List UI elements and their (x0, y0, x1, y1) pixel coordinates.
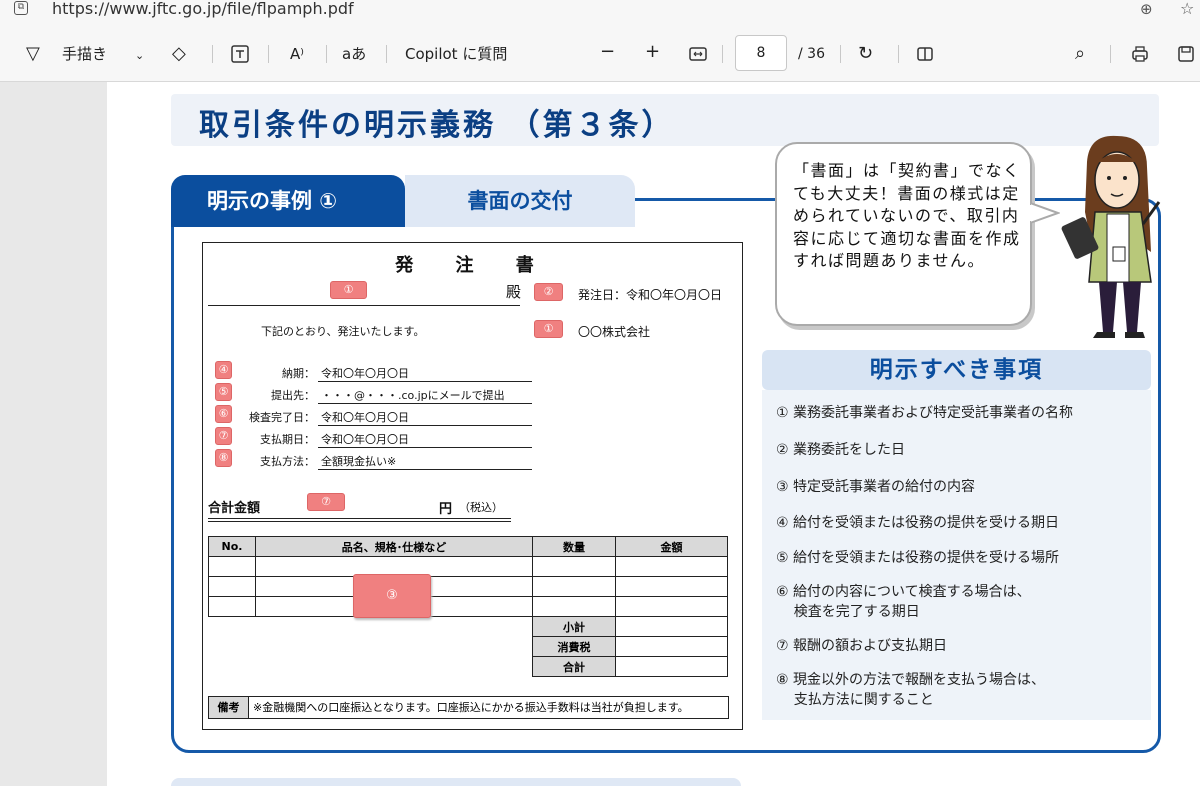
order-items-table: No. 品名、規格･仕様など 数量 金額 小計 消費税 合計 (208, 536, 728, 677)
eraser-icon[interactable]: ◇ (172, 44, 186, 64)
tab-example: 明示の事例 ① (171, 175, 405, 227)
grand-total-label: 合計 (532, 656, 616, 677)
fit-width-icon[interactable] (688, 44, 708, 69)
badge-6: ⑥ (215, 405, 232, 423)
table-row (208, 596, 728, 617)
page-info-icon[interactable]: ⧉ (14, 1, 28, 15)
badge-2: ② (534, 283, 563, 301)
list-item: ② 業務委託をした日 (776, 442, 906, 458)
order-date: 発注日：令和〇年〇月〇日 (578, 288, 723, 302)
speech-bubble-text: 「書面」は「契約書」でなくても大丈夫！書面の様式は定められていないので、取引内容… (793, 161, 1021, 270)
subtotal-label: 小計 (532, 616, 616, 637)
search-icon[interactable]: ⌕ (1075, 44, 1085, 64)
badge-7: ⑦ (215, 427, 232, 445)
required-items-list: ① 業務委託事業者および特定受託事業者の名称 ② 業務委託をした日 ③ 特定受託… (762, 390, 1151, 720)
woman-character-illustration (1061, 135, 1161, 338)
print-icon[interactable] (1130, 44, 1150, 69)
zoom-out-icon[interactable]: − (600, 42, 615, 62)
badge-1-company: ① (534, 320, 563, 338)
dono-label: 殿 (506, 283, 522, 301)
order-intro: 下記のとおり、発注いたします。 (261, 325, 425, 338)
tax-row: 消費税 (209, 636, 728, 657)
page-title: 取引条件の明示義務 （第３条） (199, 108, 675, 143)
col-no: No. (208, 536, 256, 557)
paymethod-value: 全額現金払い※ (321, 455, 397, 468)
paydate-label: 支払期日： (260, 433, 315, 446)
subtotal-row: 小計 (209, 616, 728, 637)
page-title-bar: 取引条件の明示義務 （第３条） (171, 94, 1159, 146)
zoom-in-icon[interactable]: + (645, 42, 660, 62)
page-total: / 36 (798, 46, 825, 62)
list-item: ⑥ 給付の内容について検査する場合は、 検査を完了する期日 (776, 584, 1031, 620)
table-header-row: No. 品名、規格･仕様など 数量 金額 (208, 536, 728, 557)
order-form: 発 注 書 ① 殿 ② 発注日：令和〇年〇月〇日 下記のとおり、発注いたします。… (202, 242, 743, 730)
badge-4: ④ (215, 361, 232, 379)
col-amount: 金額 (615, 536, 728, 557)
copilot-ask-button[interactable]: Copilot に質問 (405, 44, 507, 64)
note-row: 備考 ※金融機関への口座振込となります。口座振込にかかる振込手数料は当社が負担し… (208, 696, 729, 719)
next-section-tab (171, 778, 741, 786)
draw-dropdown-chevron-icon[interactable]: ⌄ (135, 46, 144, 66)
pdf-page: 取引条件の明示義務 （第３条） 明示の事例 ① 書面の交付 発 注 書 ① 殿 … (107, 82, 1200, 786)
url-text[interactable]: https://www.jftc.go.jp/file/flpamph.pdf (52, 0, 354, 18)
required-items-heading: 明示すべき事項 (762, 350, 1151, 390)
note-label: 備考 (209, 697, 249, 718)
draw-button[interactable]: 手描き (62, 44, 107, 64)
tax-incl-label: （税込） (459, 501, 503, 514)
paydate-value: 令和〇年〇月〇日 (321, 433, 409, 446)
pdf-toolbar: ▽ 手描き ⌄ ◇ A⁾ aあ Copilot に質問 − + 8 / 36 ↻… (0, 24, 1200, 82)
badge-3: ③ (353, 574, 431, 618)
delivery-value: 令和〇年〇月〇日 (321, 367, 409, 380)
page-number-input[interactable]: 8 (735, 35, 787, 71)
read-aloud-button[interactable]: A⁾ (290, 44, 304, 64)
list-item: ⑧ 現金以外の方法で報酬を支払う場合は、 支払方法に関すること (776, 672, 1045, 708)
badge-5: ⑤ (215, 383, 232, 401)
company-name: 〇〇株式会社 (578, 325, 651, 339)
total-label: 合計金額 (208, 501, 261, 516)
table-row (208, 576, 728, 597)
order-form-title: 発 注 書 (395, 255, 552, 276)
pdf-viewer[interactable]: 取引条件の明示義務 （第３条） 明示の事例 ① 書面の交付 発 注 書 ① 殿 … (0, 82, 1200, 786)
draw-filter-icon[interactable]: ▽ (26, 44, 40, 64)
col-item: 品名、規格･仕様など (255, 536, 533, 557)
place-label: 提出先： (271, 389, 315, 402)
yen-label: 円 (439, 502, 453, 517)
badge-1: ① (330, 281, 367, 299)
col-qty: 数量 (532, 536, 616, 557)
rotate-icon[interactable]: ↻ (858, 44, 873, 64)
favorite-star-icon[interactable]: ☆ (1180, 0, 1194, 18)
table-row (208, 556, 728, 577)
page-view-icon[interactable] (915, 44, 935, 69)
speech-bubble: 「書面」は「契約書」でなくても大丈夫！書面の様式は定められていないので、取引内容… (775, 142, 1060, 326)
tab-delivery: 書面の交付 (405, 175, 635, 227)
place-value: ・・・@・・・.co.jpにメールで提出 (321, 389, 505, 402)
save-icon[interactable] (1176, 44, 1196, 69)
delivery-label: 納期： (282, 367, 315, 380)
badge-8: ⑧ (215, 449, 232, 467)
address-bar[interactable]: ⧉ https://www.jftc.go.jp/file/flpamph.pd… (0, 0, 1200, 24)
note-text: ※金融機関への口座振込となります。口座振込にかかる振込手数料は当社が負担します。 (253, 701, 689, 714)
tax-label: 消費税 (532, 636, 616, 657)
badge-7-total: ⑦ (307, 493, 345, 511)
text-box-icon[interactable] (230, 44, 250, 69)
list-item: ① 業務委託事業者および特定受託事業者の名称 (776, 405, 1073, 421)
inspect-value: 令和〇年〇月〇日 (321, 411, 409, 424)
grand-total-row: 合計 (209, 656, 728, 677)
list-item: ④ 給付を受領または役務の提供を受ける期日 (776, 515, 1059, 531)
translate-button[interactable]: aあ (342, 44, 366, 64)
list-item: ⑤ 給付を受領または役務の提供を受ける場所 (776, 550, 1059, 566)
list-item: ③ 特定受託事業者の給付の内容 (776, 479, 976, 495)
list-item: ⑦ 報酬の額および支払期日 (776, 638, 948, 654)
zoom-icon[interactable]: ⊕ (1140, 0, 1153, 18)
inspect-label: 検査完了日： (249, 411, 315, 424)
paymethod-label: 支払方法： (260, 455, 315, 468)
